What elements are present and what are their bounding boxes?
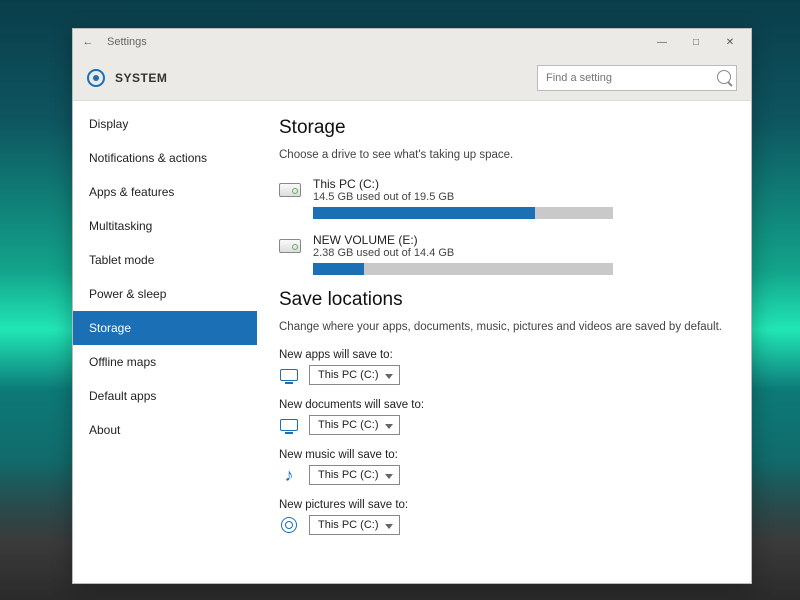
back-button[interactable]: ← (77, 36, 99, 48)
music-icon: ♪ (285, 466, 294, 484)
gear-icon (87, 69, 105, 87)
monitor-icon (280, 369, 298, 381)
maximize-button[interactable]: □ (679, 37, 713, 48)
storage-heading: Storage (279, 117, 729, 139)
search-input[interactable] (537, 65, 737, 91)
section-title: SYSTEM (115, 71, 167, 85)
save-location-item: New pictures will save to: This PC (C:) (279, 499, 729, 535)
body: DisplayNotifications & actionsApps & fea… (73, 101, 751, 583)
drive-usage-bar (313, 207, 613, 219)
sidebar: DisplayNotifications & actionsApps & fea… (73, 101, 257, 583)
save-location-label: New apps will save to: (279, 349, 729, 361)
save-location-row: This PC (C:) (279, 515, 729, 535)
sidebar-item-storage[interactable]: Storage (73, 311, 257, 345)
sidebar-item-default-apps[interactable]: Default apps (73, 379, 257, 413)
titlebar: ← Settings ― □ ✕ (73, 29, 751, 55)
drive-usage-text: 14.5 GB used out of 19.5 GB (313, 191, 729, 203)
save-location-dropdown[interactable]: This PC (C:) (309, 515, 400, 535)
hard-drive-icon (279, 179, 303, 203)
drive-row[interactable]: This PC (C:)14.5 GB used out of 19.5 GB (279, 177, 729, 219)
save-location-dropdown[interactable]: This PC (C:) (309, 365, 400, 385)
sidebar-item-display[interactable]: Display (73, 107, 257, 141)
drive-name: This PC (C:) (313, 177, 729, 191)
search-container (537, 65, 737, 91)
close-button[interactable]: ✕ (713, 37, 747, 48)
camera-icon (281, 517, 297, 533)
save-location-item: New music will save to: ♪ This PC (C:) (279, 449, 729, 485)
sidebar-item-offline-maps[interactable]: Offline maps (73, 345, 257, 379)
drive-usage-bar (313, 263, 613, 275)
drive-list: This PC (C:)14.5 GB used out of 19.5 GB N… (279, 177, 729, 275)
settings-window: ← Settings ― □ ✕ SYSTEM DisplayNotificat… (72, 28, 752, 584)
window-controls: ― □ ✕ (645, 37, 747, 48)
window-title: Settings (107, 36, 147, 48)
save-locations-list: New apps will save to:This PC (C:)New do… (279, 349, 729, 535)
sidebar-item-multitasking[interactable]: Multitasking (73, 209, 257, 243)
drive-row[interactable]: NEW VOLUME (E:)2.38 GB used out of 14.4 … (279, 233, 729, 275)
drive-usage-text: 2.38 GB used out of 14.4 GB (313, 247, 729, 259)
drive-body: NEW VOLUME (E:)2.38 GB used out of 14.4 … (313, 233, 729, 275)
save-location-item: New apps will save to: This PC (C:) (279, 349, 729, 385)
save-location-row: This PC (C:) (279, 415, 729, 435)
sidebar-item-notifications-actions[interactable]: Notifications & actions (73, 141, 257, 175)
sidebar-item-tablet-mode[interactable]: Tablet mode (73, 243, 257, 277)
header: SYSTEM (73, 55, 751, 101)
save-location-dropdown[interactable]: This PC (C:) (309, 465, 400, 485)
search-icon (717, 70, 731, 84)
save-location-row: This PC (C:) (279, 365, 729, 385)
sidebar-item-power-sleep[interactable]: Power & sleep (73, 277, 257, 311)
main-panel: Storage Choose a drive to see what's tak… (257, 101, 751, 583)
sidebar-item-about[interactable]: About (73, 413, 257, 447)
sidebar-item-apps-features[interactable]: Apps & features (73, 175, 257, 209)
save-locations-description: Change where your apps, documents, music… (279, 321, 729, 333)
save-location-item: New documents will save to: This PC (C:) (279, 399, 729, 435)
save-location-label: New music will save to: (279, 449, 729, 461)
save-location-row: ♪ This PC (C:) (279, 465, 729, 485)
save-location-dropdown[interactable]: This PC (C:) (309, 415, 400, 435)
save-location-label: New documents will save to: (279, 399, 729, 411)
minimize-button[interactable]: ― (645, 37, 679, 48)
drive-body: This PC (C:)14.5 GB used out of 19.5 GB (313, 177, 729, 219)
save-locations-heading: Save locations (279, 289, 729, 311)
monitor-icon (280, 419, 298, 431)
storage-description: Choose a drive to see what's taking up s… (279, 149, 729, 161)
drive-name: NEW VOLUME (E:) (313, 233, 729, 247)
save-location-label: New pictures will save to: (279, 499, 729, 511)
hard-drive-icon (279, 235, 303, 259)
